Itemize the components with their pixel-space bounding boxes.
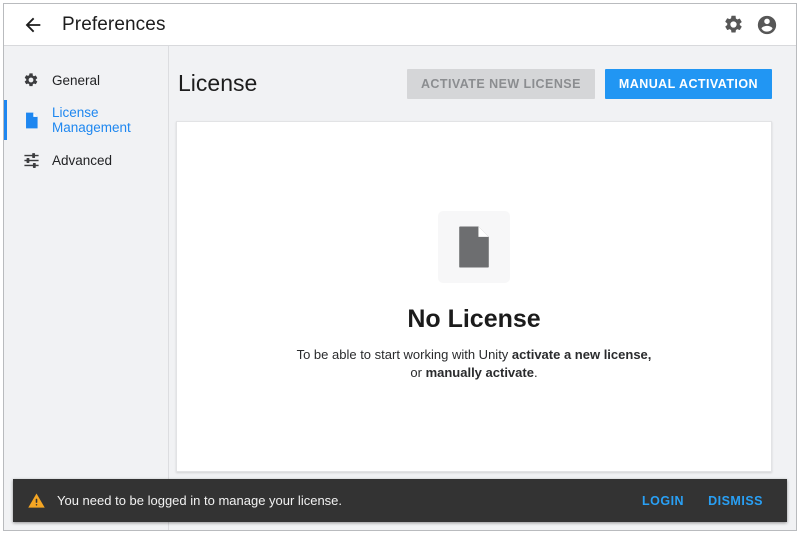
description-line1-bold: activate a new license, bbox=[511, 347, 652, 362]
sidebar-item-license-management[interactable]: License Management bbox=[4, 100, 168, 140]
settings-button[interactable] bbox=[716, 8, 750, 42]
window-title: Preferences bbox=[62, 13, 166, 35]
sidebar-item-label: Advanced bbox=[52, 152, 113, 168]
warning-triangle-icon bbox=[28, 493, 45, 508]
sidebar: General License Management Advanced bbox=[4, 46, 169, 530]
arrow-back-icon bbox=[25, 17, 41, 32]
main-panel: License ACTIVATE NEW LICENSE MANUAL ACTI… bbox=[170, 46, 796, 530]
description-line2-suffix: . bbox=[533, 365, 538, 380]
back-button[interactable] bbox=[14, 6, 52, 44]
notification-message: You need to be logged in to manage your … bbox=[57, 493, 343, 508]
account-button[interactable] bbox=[750, 8, 784, 42]
license-card: No License To be able to start working w… bbox=[176, 121, 772, 472]
preferences-window: Preferences General License Management A… bbox=[3, 3, 797, 531]
sidebar-item-general[interactable]: General bbox=[4, 60, 168, 100]
notification-bar: You need to be logged in to manage your … bbox=[13, 479, 787, 522]
document-icon bbox=[22, 111, 40, 129]
gear-icon bbox=[724, 15, 742, 33]
description-line2-prefix: or bbox=[410, 365, 426, 380]
sidebar-item-advanced[interactable]: Advanced bbox=[4, 140, 168, 180]
window-header: Preferences bbox=[4, 4, 796, 46]
activate-new-license-button[interactable]: ACTIVATE NEW LICENSE bbox=[406, 68, 595, 99]
gear-icon bbox=[22, 71, 40, 89]
page-title: License bbox=[178, 70, 258, 96]
sidebar-item-label: General bbox=[52, 72, 101, 88]
sidebar-item-label: License Management bbox=[52, 105, 131, 135]
login-button[interactable]: LOGIN bbox=[634, 488, 692, 514]
manual-activation-button[interactable]: MANUAL ACTIVATION bbox=[604, 68, 772, 99]
dismiss-button[interactable]: DISMISS bbox=[700, 488, 771, 514]
document-icon bbox=[459, 226, 489, 268]
account-circle-icon bbox=[757, 15, 777, 34]
empty-state-title: No License bbox=[407, 305, 541, 333]
description-line2-bold: manually activate bbox=[425, 365, 534, 380]
empty-state-description: To be able to start working with Unity a… bbox=[297, 346, 652, 382]
empty-state-icon-badge bbox=[438, 211, 510, 283]
tune-icon bbox=[22, 151, 40, 169]
main-header: License ACTIVATE NEW LICENSE MANUAL ACTI… bbox=[170, 46, 796, 121]
description-line1-prefix: To be able to start working with Unity bbox=[296, 347, 512, 362]
